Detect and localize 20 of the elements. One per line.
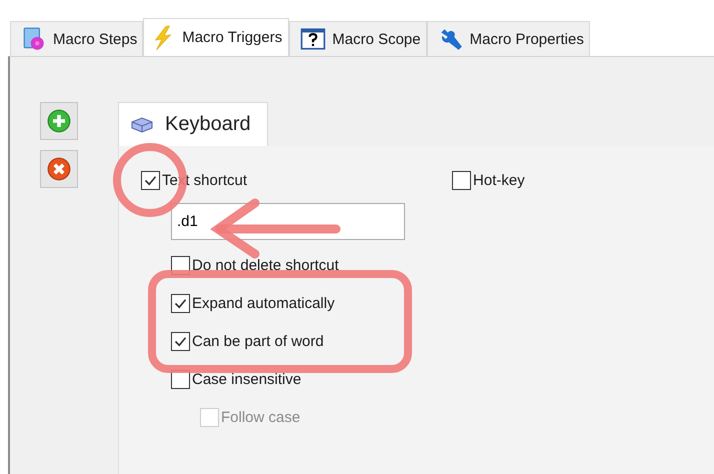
checkbox[interactable] [141, 171, 160, 190]
option-checkbox[interactable]: Can be part of word [171, 332, 714, 351]
hot-key-checkbox[interactable]: Hot-key [452, 171, 525, 190]
tab[interactable]: Macro Properties [426, 21, 590, 56]
text-shortcut-checkbox[interactable]: Text shortcut [141, 171, 248, 190]
option-checkbox[interactable]: Expand automatically [171, 294, 714, 313]
tab[interactable]: Macro Triggers [143, 18, 290, 56]
close-icon [47, 157, 71, 181]
help-icon [300, 26, 326, 52]
add-button[interactable] [40, 102, 78, 140]
checkbox[interactable] [171, 294, 190, 313]
remove-button[interactable] [40, 150, 78, 188]
plus-icon [47, 109, 71, 133]
checkbox[interactable] [452, 171, 472, 190]
tab[interactable]: Keyboard [118, 102, 268, 146]
option-checkbox[interactable]: Do not delete shortcut [171, 256, 714, 275]
tab[interactable]: Macro Scope [289, 21, 427, 56]
option-checkbox[interactable]: Case insensitive [171, 370, 714, 389]
checkbox[interactable] [171, 332, 190, 351]
tab[interactable]: Macro Steps [10, 21, 144, 56]
